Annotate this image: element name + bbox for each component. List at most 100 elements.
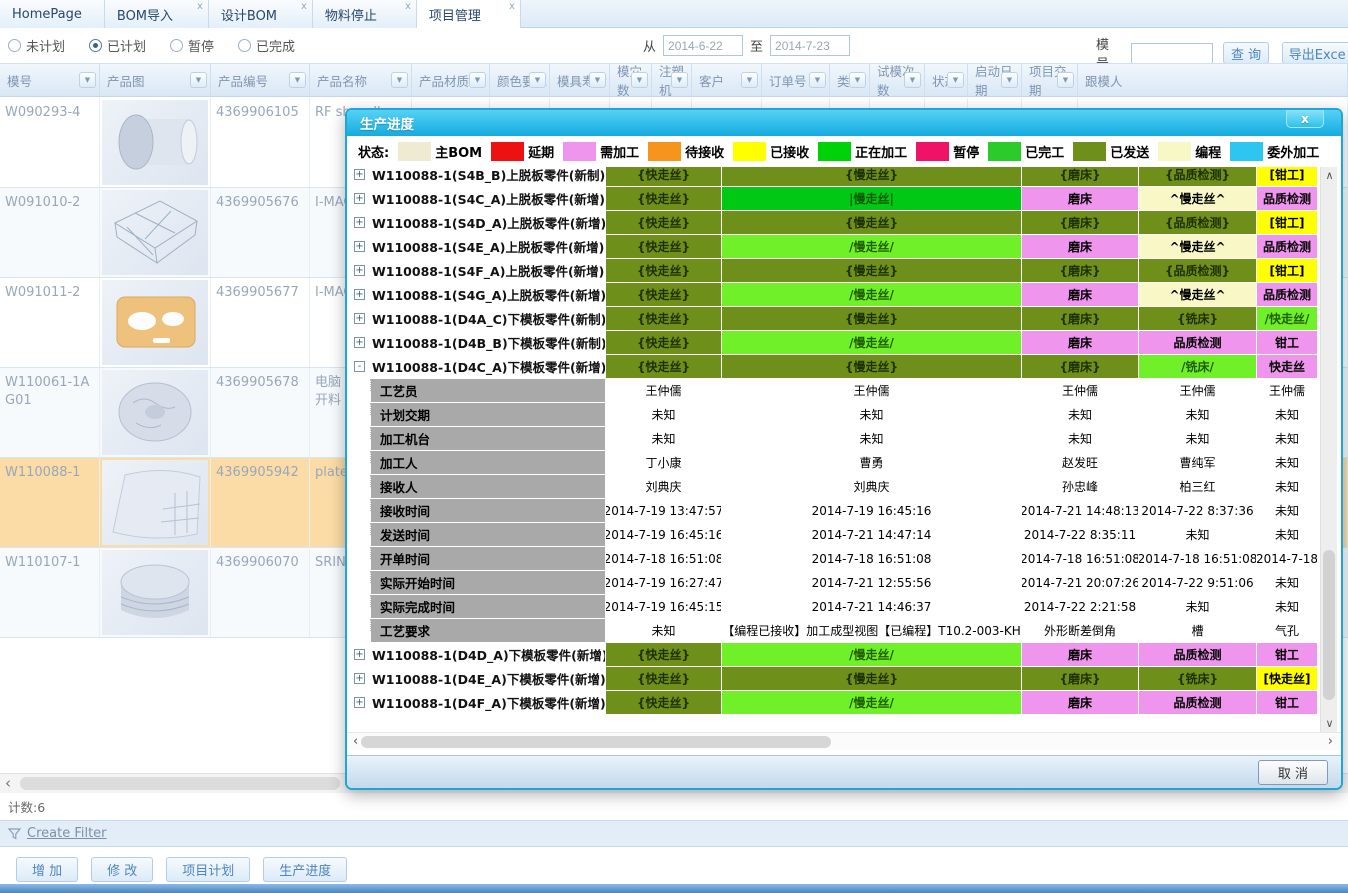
column-header-产品材质[interactable]: 产品材质▼ [412, 64, 490, 96]
action-button-生产进度[interactable]: 生产进度 [263, 857, 347, 882]
column-header-产品名称[interactable]: 产品名称▼ [310, 64, 412, 96]
column-header-试模次数[interactable]: 试模次数▼ [870, 64, 925, 96]
scroll-down-icon[interactable]: ∨ [1321, 717, 1338, 730]
query-button[interactable]: 查 询 [1223, 42, 1270, 64]
radio-circle-icon[interactable] [170, 39, 183, 52]
column-header-产品图[interactable]: 产品图▼ [100, 64, 211, 96]
tree-node[interactable]: +W110088-1(D4F_A)下模板零件(新增) [347, 691, 605, 714]
date-to-input[interactable] [770, 35, 850, 56]
tree-expand-icon[interactable]: + [354, 673, 365, 684]
column-filter-button[interactable]: ▼ [529, 72, 546, 88]
tree-expand-icon[interactable]: + [354, 649, 365, 660]
column-header-启动日期[interactable]: 启动日期▼ [968, 64, 1022, 96]
progress-tree-row[interactable]: +W110088-1(S4E_A)上脱板零件(新增){快走丝}/慢走丝/磨床^慢… [347, 235, 1321, 258]
action-button-修 改[interactable]: 修 改 [91, 857, 153, 882]
tab-close-icon[interactable]: x [509, 2, 515, 12]
date-from-input[interactable] [663, 35, 743, 56]
radio-已计划[interactable]: 已计划 [89, 36, 146, 55]
column-header-颜色要求[interactable]: 颜色要求▼ [490, 64, 550, 96]
dialog-close-button[interactable]: x [1286, 110, 1324, 128]
scroll-right-icon[interactable]: › [1328, 734, 1333, 749]
radio-circle-icon[interactable] [238, 39, 251, 52]
column-header-模具寿命[interactable]: 模具寿命▼ [550, 64, 610, 96]
main-h-scroll-thumb[interactable] [20, 777, 340, 790]
column-header-客户[interactable]: 客户▼ [692, 64, 762, 96]
column-filter-button[interactable]: ▼ [589, 72, 606, 88]
tree-node[interactable]: +W110088-1(D4D_A)下模板零件(新增) [347, 643, 605, 666]
column-header-模穴数[interactable]: 模穴数▼ [610, 64, 652, 96]
tree-expand-icon[interactable]: + [354, 217, 365, 228]
tree-node[interactable]: +W110088-1(S4D_A)上脱板零件(新增) [347, 211, 605, 234]
column-header-项目交期[interactable]: 项目交期▼ [1022, 64, 1078, 96]
radio-circle-icon[interactable] [8, 39, 21, 52]
tree-expand-icon[interactable]: + [354, 289, 365, 300]
progress-tree-row[interactable]: +W110088-1(S4G_A)上脱板零件(新增){快走丝}/慢走丝/磨床^慢… [347, 283, 1321, 306]
tree-node[interactable]: +W110088-1(S4B_B)上脱板零件(新制) [347, 167, 605, 186]
column-filter-button[interactable]: ▼ [469, 72, 486, 88]
progress-tree-row[interactable]: +W110088-1(D4A_C)下模板零件(新制){快走丝}{慢走丝}{磨床}… [347, 307, 1321, 330]
column-filter-button[interactable]: ▼ [289, 72, 306, 88]
column-filter-button[interactable]: ▼ [631, 72, 648, 88]
tree-expand-icon[interactable]: + [354, 697, 365, 708]
tree-node[interactable]: +W110088-1(D4A_C)下模板零件(新制) [347, 307, 605, 330]
progress-tree-row[interactable]: +W110088-1(D4D_A)下模板零件(新增){快走丝}/慢走丝/磨床品质… [347, 643, 1321, 666]
tree-node[interactable]: +W110088-1(D4B_B)下模板零件(新制) [347, 331, 605, 354]
tab-项目管理[interactable]: 项目管理x [417, 0, 521, 28]
column-filter-button[interactable]: ▼ [79, 72, 96, 88]
column-filter-button[interactable]: ▼ [391, 72, 408, 88]
tab-设计BOM[interactable]: 设计BOMx [209, 0, 313, 28]
progress-tree-row[interactable]: +W110088-1(S4F_A)上脱板零件(新增){快走丝}{慢走丝}{磨床}… [347, 259, 1321, 282]
tab-close-icon[interactable]: x [301, 2, 307, 12]
tree-node[interactable]: +W110088-1(S4E_A)上脱板零件(新增) [347, 235, 605, 258]
tab-BOM导入[interactable]: BOM导入x [105, 0, 209, 28]
column-header-注塑机[interactable]: 注塑机▼ [652, 64, 692, 96]
export-excel-button[interactable]: 导出Exce [1282, 42, 1348, 64]
tree-node[interactable]: -W110088-1(D4C_A)下模板零件(新增) [347, 355, 605, 378]
dialog-h-scrollbar[interactable]: ‹ › [347, 732, 1341, 750]
column-header-跟模人[interactable]: 跟模人 [1078, 64, 1348, 96]
scroll-left-icon[interactable]: ‹ [5, 774, 11, 792]
create-filter-link[interactable]: Create Filter [8, 826, 107, 841]
column-filter-button[interactable]: ▼ [849, 72, 866, 88]
cancel-button[interactable]: 取 消 [1258, 760, 1328, 785]
action-button-增 加[interactable]: 增 加 [16, 857, 78, 882]
column-header-类型[interactable]: 类型▼ [830, 64, 870, 96]
tree-expand-icon[interactable]: + [354, 337, 365, 348]
scroll-up-icon[interactable]: ∧ [1321, 169, 1338, 182]
dialog-v-scroll-thumb[interactable] [1323, 550, 1335, 700]
progress-tree-row[interactable]: -W110088-1(D4C_A)下模板零件(新增){快走丝}{慢走丝}{磨床}… [347, 355, 1321, 378]
radio-未计划[interactable]: 未计划 [8, 36, 65, 55]
column-filter-button[interactable]: ▼ [671, 72, 688, 88]
tab-close-icon[interactable]: x [197, 2, 203, 12]
column-filter-button[interactable]: ▼ [947, 72, 964, 88]
progress-tree-row[interactable]: +W110088-1(D4F_A)下模板零件(新增){快走丝}/慢走丝/磨床品质… [347, 691, 1321, 714]
radio-暂停[interactable]: 暂停 [170, 36, 214, 55]
column-header-状态[interactable]: 状态▼ [925, 64, 968, 96]
column-header-产品编号[interactable]: 产品编号▼ [211, 64, 310, 96]
column-filter-button[interactable]: ▼ [190, 72, 207, 88]
tab-物料停止[interactable]: 物料停止x [313, 0, 417, 28]
progress-tree-row[interactable]: +W110088-1(S4B_B)上脱板零件(新制){快走丝}{慢走丝}{磨床}… [347, 167, 1321, 186]
column-filter-button[interactable]: ▼ [1001, 72, 1018, 88]
tree-node[interactable]: +W110088-1(S4C_A)上脱板零件(新增) [347, 187, 605, 210]
tab-close-icon[interactable]: x [405, 2, 411, 12]
column-filter-button[interactable]: ▼ [809, 72, 826, 88]
tree-expand-icon[interactable]: + [354, 265, 365, 276]
tree-node[interactable]: +W110088-1(S4G_A)上脱板零件(新增) [347, 283, 605, 306]
tree-expand-icon[interactable]: + [354, 241, 365, 252]
column-filter-button[interactable]: ▼ [741, 72, 758, 88]
tree-expand-icon[interactable]: + [354, 169, 365, 180]
tree-node[interactable]: +W110088-1(D4E_A)下模板零件(新增) [347, 667, 605, 690]
progress-tree-row[interactable]: +W110088-1(D4E_A)下模板零件(新增){快走丝}{慢走丝}{磨床}… [347, 667, 1321, 690]
scroll-left-icon[interactable]: ‹ [353, 734, 358, 749]
tree-collapse-icon[interactable]: - [354, 361, 365, 372]
tree-expand-icon[interactable]: + [354, 193, 365, 204]
progress-tree-row[interactable]: +W110088-1(S4D_A)上脱板零件(新增){快走丝}{慢走丝}{磨床}… [347, 211, 1321, 234]
column-filter-button[interactable]: ▼ [904, 72, 921, 88]
radio-已完成[interactable]: 已完成 [238, 36, 295, 55]
dialog-titlebar[interactable]: 生产进度 x [347, 110, 1341, 136]
radio-circle-icon[interactable] [89, 39, 102, 52]
column-header-订单号[interactable]: 订单号▼ [762, 64, 830, 96]
tree-node[interactable]: +W110088-1(S4F_A)上脱板零件(新增) [347, 259, 605, 282]
mold-no-input[interactable] [1131, 43, 1213, 64]
